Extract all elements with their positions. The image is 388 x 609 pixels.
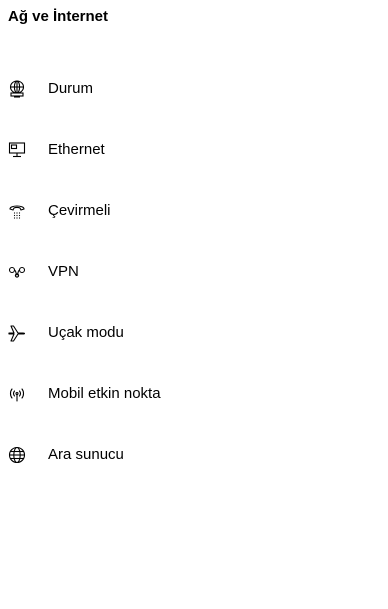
airplane-icon (8, 324, 26, 342)
settings-nav-panel: Ağ ve İnternet Durum Ethernet Çevirmeli … (0, 0, 388, 609)
nav-item-label: Uçak modu (48, 323, 124, 341)
nav-item-mobil-etkin-nokta[interactable]: Mobil etkin nokta (0, 363, 388, 424)
vpn-icon (8, 263, 26, 281)
nav-item-ara-sunucu[interactable]: Ara sunucu (0, 424, 388, 485)
nav-item-vpn[interactable]: VPN (0, 241, 388, 302)
nav-item-label: Ethernet (48, 140, 105, 158)
nav-list: Durum Ethernet Çevirmeli VPN Uçak modu M… (0, 58, 388, 485)
nav-item-label: Durum (48, 79, 94, 97)
section-title: Ağ ve İnternet (8, 8, 109, 25)
nav-item-label: Çevirmeli (48, 201, 111, 219)
globe-monitor-icon (8, 79, 26, 98)
nav-item-ucak-modu[interactable]: Uçak modu (0, 302, 388, 363)
ethernet-icon (8, 141, 26, 159)
nav-item-cevirmeli[interactable]: Çevirmeli (0, 180, 388, 241)
nav-item-durum[interactable]: Durum (0, 58, 388, 119)
mobile-hotspot-icon (8, 385, 26, 403)
dial-up-phone-icon (8, 202, 26, 220)
nav-item-label: Mobil etkin nokta (48, 384, 161, 402)
nav-item-label: VPN (48, 262, 79, 280)
nav-item-label: Ara sunucu (48, 445, 124, 463)
nav-item-ethernet[interactable]: Ethernet (0, 119, 388, 180)
globe-icon (8, 446, 26, 464)
